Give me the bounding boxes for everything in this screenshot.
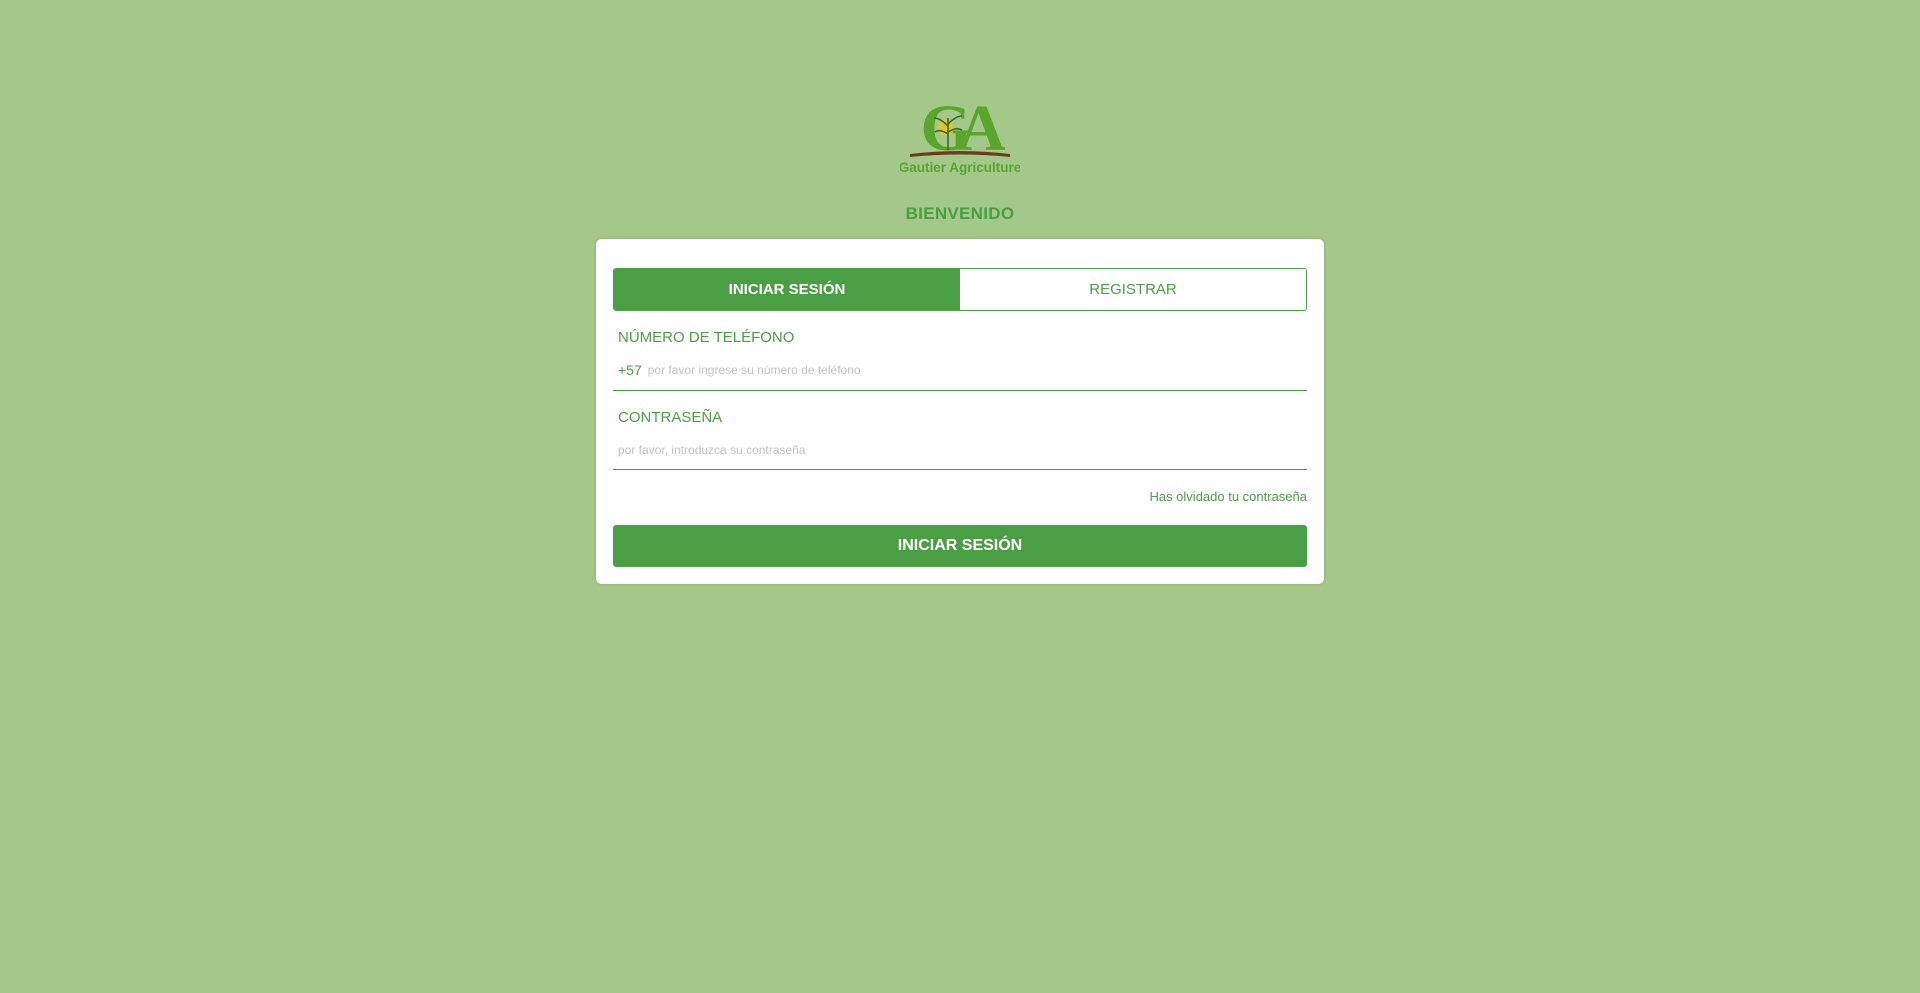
logo-brand-text: Gautier Agriculture bbox=[900, 160, 1020, 175]
welcome-heading: BIENVENIDO bbox=[905, 204, 1015, 223]
gautier-agriculture-logo: GA Gautier Agriculture bbox=[900, 92, 1020, 175]
auth-tabs: INICIAR SESIÓN REGISTRAR bbox=[613, 268, 1307, 311]
phone-label: NÚMERO DE TELÉFONO bbox=[618, 329, 795, 346]
password-field: CONTRASEÑA bbox=[613, 409, 1307, 470]
tab-login[interactable]: INICIAR SESIÓN bbox=[614, 269, 960, 310]
phone-input-row: +57 bbox=[618, 359, 1302, 381]
forgot-password-link[interactable]: Has olvidado tu contraseña bbox=[1149, 489, 1307, 504]
tab-register[interactable]: REGISTRAR bbox=[960, 269, 1306, 310]
login-card: INICIAR SESIÓN REGISTRAR NÚMERO DE TELÉF… bbox=[596, 239, 1324, 584]
phone-input[interactable] bbox=[647, 363, 1302, 377]
password-input-row bbox=[618, 439, 1302, 461]
login-submit-button[interactable]: INICIAR SESIÓN bbox=[613, 525, 1307, 567]
country-code-prefix: +57 bbox=[618, 362, 642, 378]
password-input[interactable] bbox=[618, 443, 1302, 457]
login-page: GA Gautier Agriculture BIENVENIDO INICIA… bbox=[0, 0, 1920, 993]
phone-field: NÚMERO DE TELÉFONO +57 bbox=[613, 329, 1307, 391]
password-label: CONTRASEÑA bbox=[618, 409, 723, 426]
